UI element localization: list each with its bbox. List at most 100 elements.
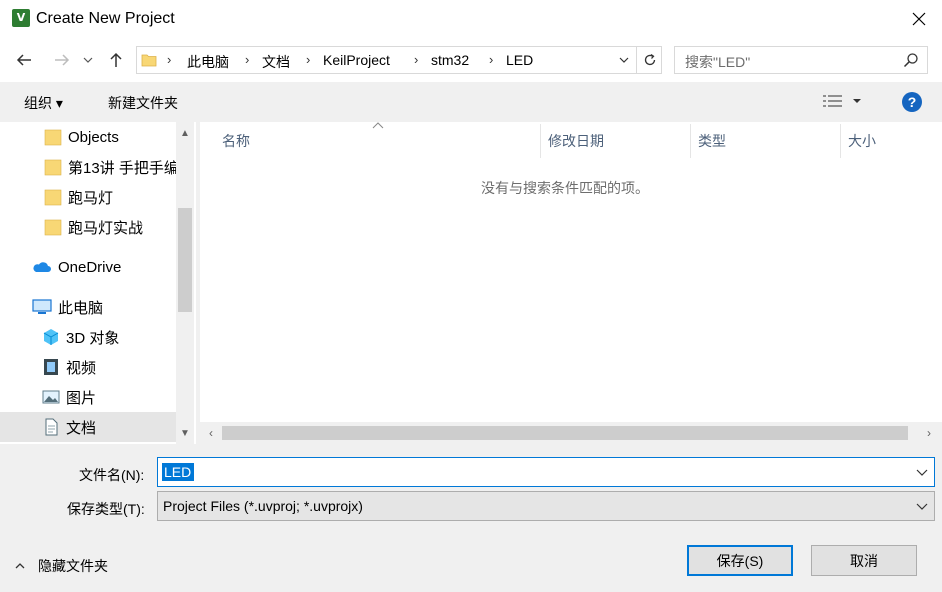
arrow-right-icon xyxy=(55,54,70,66)
file-list-pane: 名称 修改日期 类型 大小 没有与搜索条件匹配的项。 ‹ › xyxy=(200,122,942,444)
column-divider[interactable] xyxy=(840,124,841,158)
nav-item-lecture13[interactable]: 第13讲 手把手编 xyxy=(0,152,176,182)
nav-item-label: 跑马灯 xyxy=(68,189,114,207)
nav-item-objects[interactable]: Objects xyxy=(0,122,176,152)
chevron-right-icon: › xyxy=(245,52,250,67)
nav-item-pictures[interactable]: 图片 xyxy=(0,382,176,412)
column-header-type[interactable]: 类型 xyxy=(698,131,726,151)
hide-folders-toggle[interactable]: 隐藏文件夹 xyxy=(14,556,108,576)
nav-item-3d-objects[interactable]: 3D 对象 xyxy=(0,322,176,352)
view-options-button[interactable] xyxy=(822,94,864,108)
file-horizontal-scrollbar[interactable]: ‹ › xyxy=(200,422,942,444)
nav-item-marquee-practice[interactable]: 跑马灯实战 xyxy=(0,212,176,242)
scroll-left-arrow-icon[interactable]: ‹ xyxy=(202,424,220,442)
cube-3d-icon xyxy=(43,329,59,345)
help-icon[interactable]: ? xyxy=(902,92,922,112)
nav-item-onedrive[interactable]: OneDrive xyxy=(0,252,176,282)
scrollbar-thumb[interactable] xyxy=(178,208,192,312)
column-header-size[interactable]: 大小 xyxy=(848,131,876,151)
scroll-down-arrow-icon[interactable]: ▼ xyxy=(176,424,194,442)
breadcrumb-item[interactable]: 文档 xyxy=(262,52,290,72)
chevron-down-icon xyxy=(619,57,629,63)
up-button[interactable] xyxy=(104,48,128,72)
recent-locations-button[interactable] xyxy=(80,48,96,72)
view-list-icon xyxy=(823,95,842,107)
column-divider[interactable] xyxy=(690,124,691,158)
filetype-select[interactable]: Project Files (*.uvproj; *.uvprojx) xyxy=(157,491,935,521)
folder-icon xyxy=(141,54,157,67)
close-icon xyxy=(912,12,926,26)
forward-button[interactable] xyxy=(50,48,74,72)
filetype-value: Project Files (*.uvproj; *.uvprojx) xyxy=(163,498,363,514)
filename-input[interactable] xyxy=(162,463,194,481)
nav-item-videos[interactable]: 视频 xyxy=(0,352,176,382)
folder-icon xyxy=(44,219,62,236)
nav-item-label: Objects xyxy=(68,128,119,146)
chevron-down-icon[interactable] xyxy=(914,498,930,514)
document-icon xyxy=(45,418,58,436)
breadcrumb-item[interactable]: 此电脑 xyxy=(187,52,229,72)
save-button[interactable]: 保存(S) xyxy=(687,545,793,576)
nav-item-label: 文档 xyxy=(66,419,97,437)
chevron-right-icon: › xyxy=(414,52,419,67)
address-dropdown-button[interactable] xyxy=(613,47,635,73)
filename-combobox[interactable] xyxy=(157,457,935,487)
back-button[interactable] xyxy=(12,48,36,72)
chevron-right-icon: › xyxy=(489,52,494,67)
search-icon[interactable] xyxy=(903,52,919,68)
refresh-icon xyxy=(644,53,655,66)
nav-item-this-pc[interactable]: 此电脑 xyxy=(0,292,176,322)
filename-label: 文件名(N): xyxy=(79,467,145,483)
scrollbar-thumb[interactable] xyxy=(222,426,908,440)
chevron-down-icon xyxy=(83,57,93,63)
sort-ascending-icon xyxy=(372,122,384,129)
cloud-icon xyxy=(33,262,51,272)
nav-item-label: 第13讲 手把手编 xyxy=(68,159,176,177)
arrow-left-icon xyxy=(16,54,31,66)
cancel-button[interactable]: 取消 xyxy=(811,545,917,576)
arrow-up-icon xyxy=(110,52,122,67)
caret-down-icon xyxy=(853,99,861,103)
chevron-up-icon xyxy=(15,563,25,569)
breadcrumb-item[interactable]: LED xyxy=(506,52,533,68)
filetype-label: 保存类型(T): xyxy=(67,501,145,517)
nav-item-label: 图片 xyxy=(66,389,97,407)
address-bar[interactable]: › 此电脑 › 文档 › KeilProject › stm32 › LED xyxy=(136,46,662,74)
computer-icon xyxy=(32,299,52,314)
title-bar: V Create New Project xyxy=(0,0,942,38)
scroll-right-arrow-icon[interactable]: › xyxy=(920,424,938,442)
column-header-name[interactable]: 名称 xyxy=(222,131,250,151)
nav-item-documents[interactable]: 文档 xyxy=(0,412,176,442)
breadcrumb-item[interactable]: KeilProject xyxy=(323,52,390,68)
folder-icon xyxy=(44,129,62,146)
command-toolbar: 组织 ▾ 新建文件夹 ? xyxy=(0,82,942,122)
chevron-right-icon: › xyxy=(167,52,172,67)
navigation-bar: › 此电脑 › 文档 › KeilProject › stm32 › LED 搜… xyxy=(0,38,942,82)
hide-folders-label: 隐藏文件夹 xyxy=(38,558,108,574)
nav-item-label: 跑马灯实战 xyxy=(68,219,144,237)
nav-item-label: OneDrive xyxy=(58,258,122,276)
breadcrumb-item[interactable]: stm32 xyxy=(431,52,469,68)
window-title: Create New Project xyxy=(36,10,175,27)
chevron-down-icon[interactable] xyxy=(914,464,930,480)
empty-results-message: 没有与搜索条件匹配的项。 xyxy=(481,180,649,196)
search-box[interactable]: 搜索"LED" xyxy=(674,46,928,74)
search-input[interactable]: 搜索"LED" xyxy=(685,52,750,72)
nav-item-label: 此电脑 xyxy=(58,299,104,317)
keil-uvision-icon: V xyxy=(12,9,30,27)
organize-button[interactable]: 组织 ▾ xyxy=(24,93,63,113)
new-folder-button[interactable]: 新建文件夹 xyxy=(108,93,178,113)
picture-icon xyxy=(42,390,60,404)
refresh-button[interactable] xyxy=(636,47,662,73)
video-icon xyxy=(44,359,58,375)
scroll-up-arrow-icon[interactable]: ▲ xyxy=(176,124,194,142)
folder-icon xyxy=(44,189,62,206)
nav-item-marquee[interactable]: 跑马灯 xyxy=(0,182,176,212)
nav-vertical-scrollbar[interactable]: ▲ ▼ xyxy=(176,122,194,444)
close-button[interactable] xyxy=(896,0,942,38)
column-header-date-modified[interactable]: 修改日期 xyxy=(548,131,604,151)
nav-item-label: 3D 对象 xyxy=(66,329,120,347)
navigation-pane: Objects 第13讲 手把手编 跑马灯 跑马灯实战 OneDrive 此电脑… xyxy=(0,122,196,444)
nav-item-label: 视频 xyxy=(66,359,97,377)
column-divider[interactable] xyxy=(540,124,541,158)
